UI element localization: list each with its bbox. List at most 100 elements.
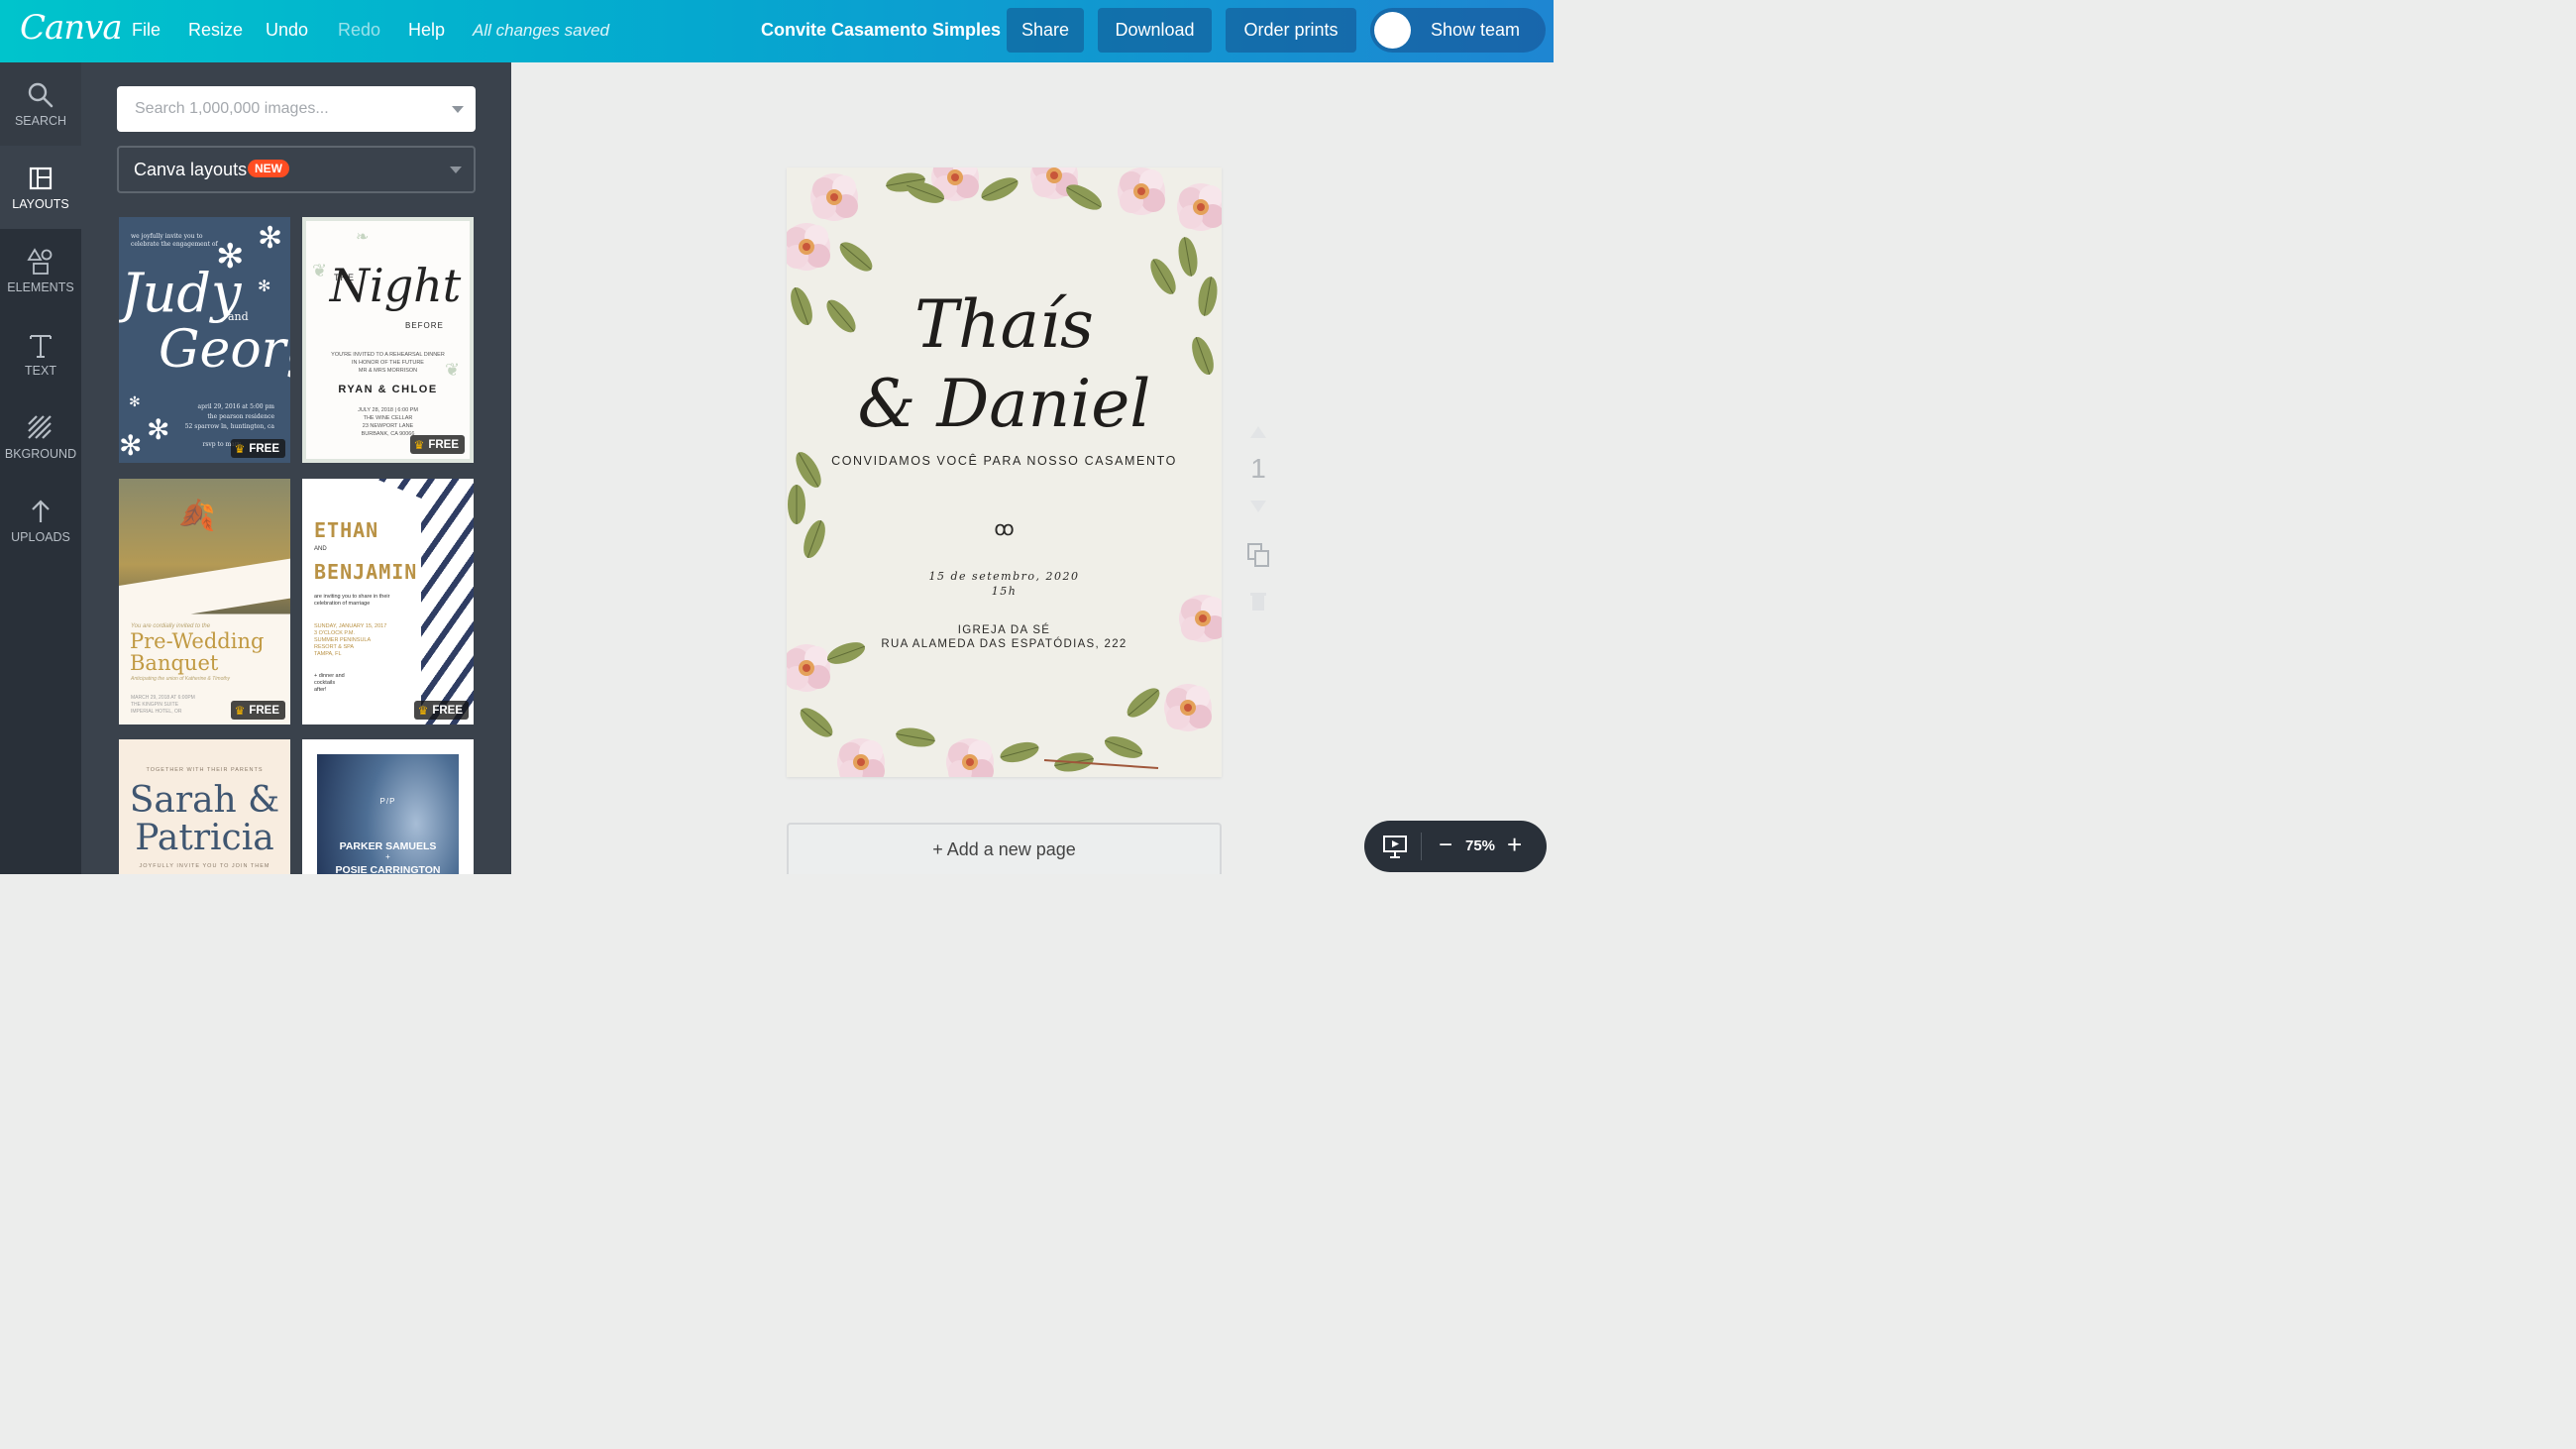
invitation-text[interactable]: CONVIDAMOS VOCÊ PARA NOSSO CASAMENTO [787, 454, 1222, 468]
elements-icon [26, 247, 55, 277]
sidebar-item-search[interactable]: SEARCH [0, 62, 81, 146]
save-status: All changes saved [473, 21, 609, 40]
template-text: THE WINE CELLAR [363, 415, 413, 421]
template-text: RYAN & CHLOE [338, 384, 438, 395]
template-text: TOGETHER WITH THEIR PARENTS [146, 767, 264, 773]
search-input[interactable] [117, 86, 434, 132]
leaf-icon: ❦ [312, 261, 328, 280]
template-thumbnail[interactable]: TOGETHER WITH THEIR PARENTS Sarah & Patr… [119, 739, 290, 874]
layout-type-select[interactable]: Canva layouts NEW [117, 146, 476, 193]
zoom-level[interactable]: 75% [1465, 837, 1495, 854]
venue-name[interactable]: IGREJA DA SÉ [787, 624, 1222, 636]
template-text: + dinner and [314, 673, 345, 679]
design-page[interactable]: Thaís & Daniel CONVIDAMOS VOCÊ PARA NOSS… [787, 167, 1222, 777]
duplicate-page-icon[interactable] [1246, 542, 1270, 568]
sidebar-item-background[interactable]: BKGROUND [0, 395, 81, 479]
template-text: PARKER SAMUELS [339, 840, 437, 852]
sidebar-item-label: LAYOUTS [12, 197, 69, 211]
template-text: Pre-Wedding [130, 629, 265, 653]
canva-logo[interactable]: Canva [20, 8, 123, 48]
template-text: MARCH 29, 2018 AT 6:00PM [131, 695, 195, 701]
template-thumbnail[interactable]: we joyfully invite you to celebrate the … [119, 217, 290, 463]
sidebar-item-layouts[interactable]: LAYOUTS [0, 146, 81, 229]
template-text: JULY 28, 2018 | 6:00 PM [358, 407, 418, 413]
layouts-icon [26, 164, 55, 193]
sidebar-item-label: UPLOADS [11, 530, 70, 544]
free-badge: ♛ FREE [413, 701, 469, 720]
template-background-shape [119, 558, 290, 625]
template-text: 52 sparrow ln, huntington, ca [184, 423, 274, 430]
flower-icon: ✻ [119, 430, 143, 461]
file-menu[interactable]: File [132, 20, 161, 41]
template-thumbnail[interactable]: ETHAN AND BENJAMIN are inviting you to s… [302, 479, 474, 724]
sidebar-item-label: ELEMENTS [7, 280, 74, 294]
template-text: after! [314, 687, 327, 693]
sidebar-item-elements[interactable]: ELEMENTS [0, 229, 81, 312]
template-thumbnail[interactable]: THE Night BEFORE YOU'RE INVITED TO A REH… [302, 217, 474, 463]
template-text: we joyfully invite you to [131, 233, 203, 240]
template-text: Patricia [135, 818, 274, 858]
ornament-icon[interactable]: ꝏ [787, 516, 1222, 541]
background-icon [26, 413, 55, 443]
template-thumbnail[interactable]: 🍂 You are cordially invited to the Pre-W… [119, 479, 290, 724]
free-badge: ♛ FREE [409, 435, 465, 454]
share-button[interactable]: Share [1007, 8, 1084, 53]
template-text: AND [314, 546, 327, 552]
template-text: SUNDAY, JANUARY 15, 2017 [314, 623, 387, 629]
sidebar-item-uploads[interactable]: UPLOADS [0, 479, 81, 562]
sidebar-item-label: TEXT [25, 364, 56, 378]
canva-editor: Canva File Resize Undo Redo Help All cha… [0, 0, 1554, 874]
new-badge: NEW [248, 160, 289, 177]
move-page-down-icon[interactable] [1249, 500, 1267, 513]
document-title[interactable]: Convite Casamento Simples [761, 20, 1001, 41]
template-thumbnail[interactable]: P/P PARKER SAMUELS + POSIE CARRINGTON [302, 739, 474, 874]
event-time[interactable]: 15h [787, 585, 1222, 598]
crown-icon: ♛ [417, 703, 429, 718]
image-search-box[interactable] [117, 86, 476, 132]
template-text: the pearson residence [207, 413, 274, 420]
template-text: POSIE CARRINGTON [335, 864, 441, 874]
template-text: 23 NEWPORT LANE [362, 423, 414, 429]
template-text: 3 O'CLOCK P.M. [314, 630, 355, 636]
template-text: are inviting you to share in their [314, 594, 390, 600]
download-button[interactable]: Download [1098, 8, 1212, 53]
template-text: celebration of marriage [314, 601, 371, 607]
add-page-button[interactable]: + Add a new page [787, 823, 1222, 874]
template-text: JOYFULLY INVITE YOU TO JOIN THEM [139, 863, 270, 869]
floral-border [787, 167, 1222, 777]
couple-name-line-1[interactable]: Thaís [787, 286, 1222, 363]
zoom-in-button[interactable]: + [1507, 830, 1522, 860]
chevron-down-icon[interactable] [452, 106, 464, 113]
sidebar-item-text[interactable]: TEXT [0, 312, 81, 395]
redo-button[interactable]: Redo [338, 20, 380, 41]
top-bar: Canva File Resize Undo Redo Help All cha… [0, 0, 1554, 62]
show-team-button[interactable]: Show team [1370, 8, 1546, 53]
event-date[interactable]: 15 de setembro, 2020 [787, 570, 1222, 583]
order-prints-button[interactable]: Order prints [1226, 8, 1356, 53]
present-icon[interactable] [1382, 834, 1408, 859]
free-badge: ♛ FREE [230, 439, 285, 458]
show-team-label: Show team [1431, 20, 1521, 40]
template-text: april 29, 2016 at 5:00 pm [197, 403, 274, 410]
move-page-up-icon[interactable] [1249, 425, 1267, 439]
template-text: ETHAN [314, 518, 379, 542]
template-text: THE KINGPIN SUITE [131, 702, 179, 708]
template-text: P/P [379, 797, 396, 806]
template-text: BENJAMIN [314, 560, 418, 584]
template-text: Banquet [130, 651, 219, 675]
template-text: TAMPA, FL [314, 651, 342, 657]
flower-icon: ✻ [216, 238, 245, 276]
resize-menu[interactable]: Resize [188, 20, 243, 41]
layout-select-label: Canva layouts [134, 160, 248, 179]
couple-name-line-2[interactable]: & Daniel [787, 366, 1222, 442]
free-label: FREE [432, 704, 463, 717]
delete-page-icon[interactable] [1249, 591, 1267, 613]
undo-button[interactable]: Undo [266, 20, 308, 41]
venue-address[interactable]: RUA ALAMEDA DAS ESPATÓDIAS, 222 [787, 638, 1222, 650]
zoom-out-button[interactable]: − [1439, 832, 1452, 859]
zoom-divider [1421, 833, 1422, 860]
help-menu[interactable]: Help [408, 20, 445, 41]
crown-icon: ♛ [234, 441, 246, 456]
flower-icon: ✻ [129, 393, 141, 409]
flower-icon: ✻ [258, 222, 283, 255]
